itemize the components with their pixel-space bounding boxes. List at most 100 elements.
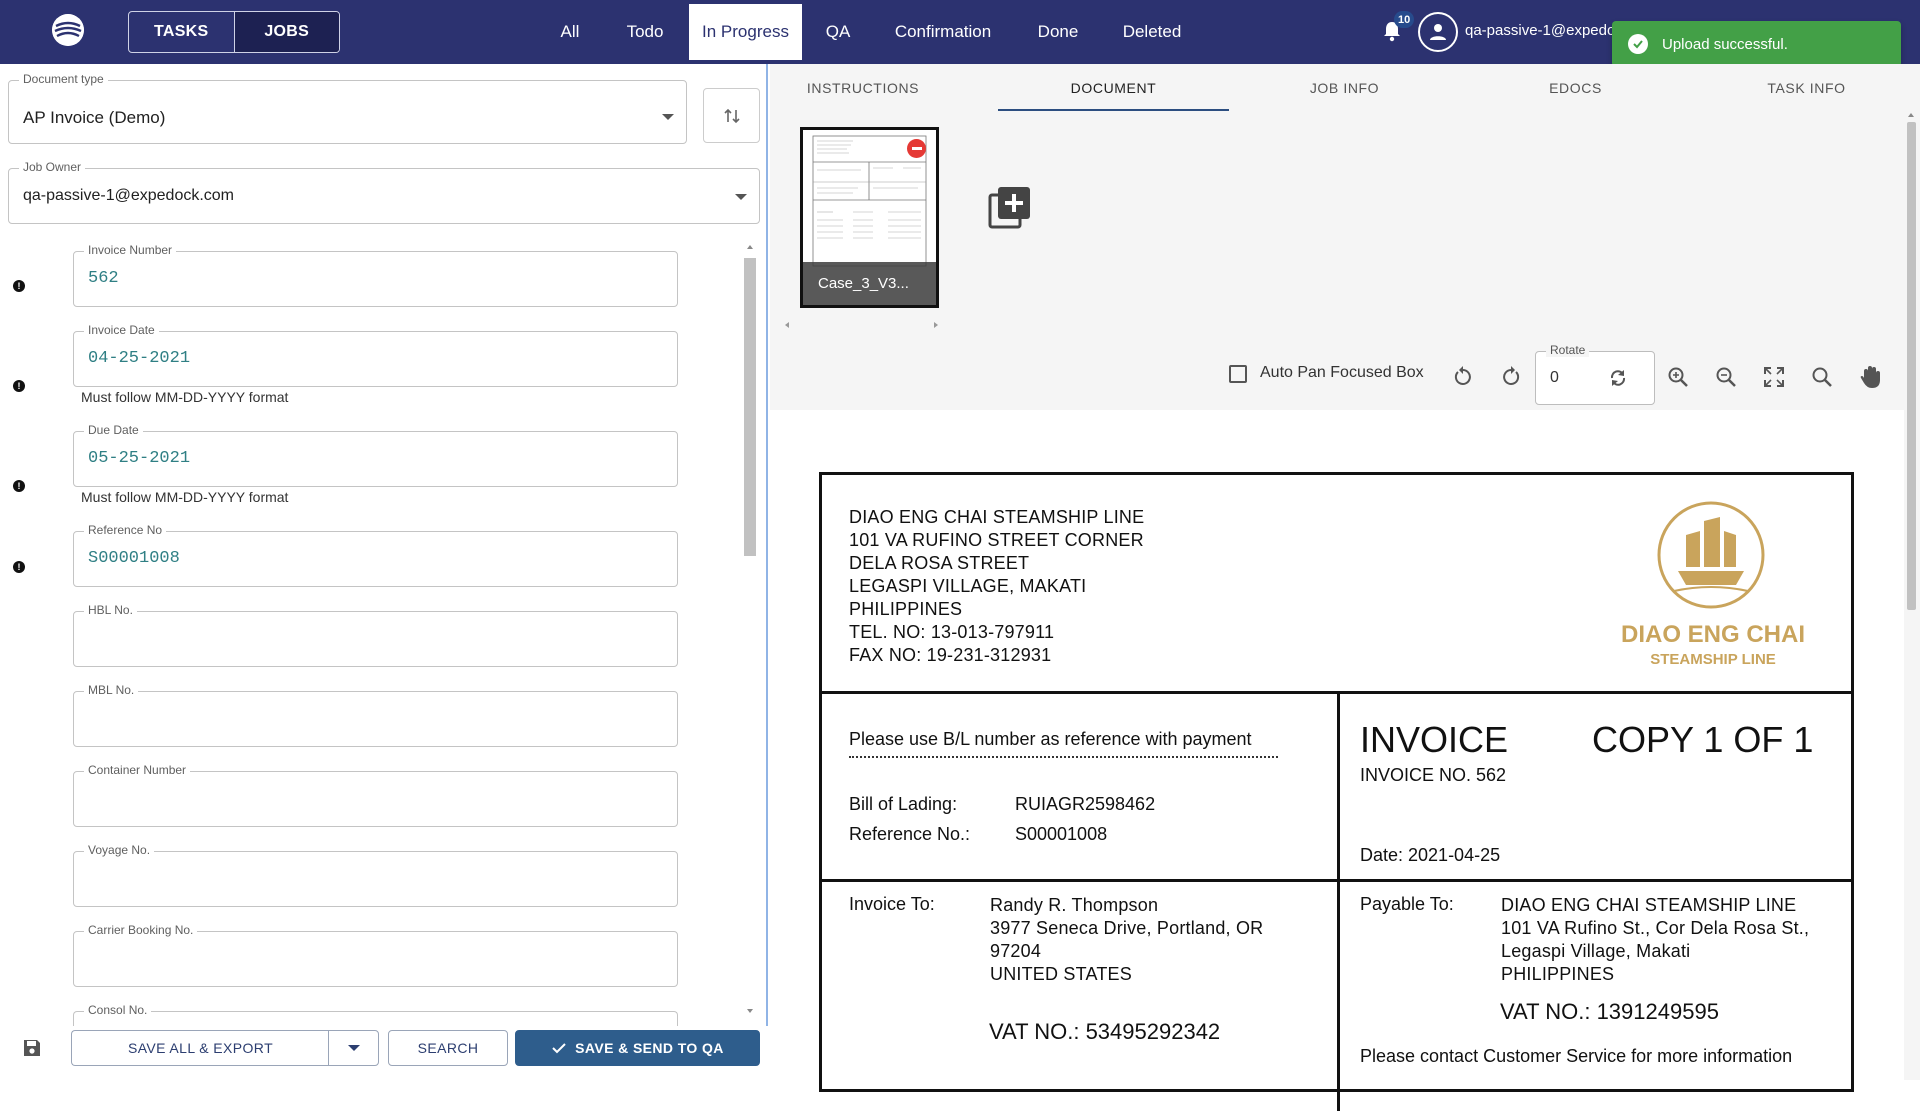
tasks-mode-button[interactable]: TASKS xyxy=(129,12,234,52)
reference-note: Please use B/L number as reference with … xyxy=(849,729,1278,758)
company-address-line: 101 VA RUFINO STREET CORNER xyxy=(849,530,1144,550)
company-address-line: PHILIPPINES xyxy=(849,599,963,619)
scrollbar-thumb[interactable] xyxy=(744,258,756,556)
tab-all[interactable]: All xyxy=(552,4,588,60)
tab-in-progress[interactable]: In Progress xyxy=(689,4,802,60)
rotate-value: 0 xyxy=(1550,369,1559,386)
payable-to-address: 101 VA Rufino St., Cor Dela Rosa St., xyxy=(1501,918,1810,938)
carrier-booking-no-field[interactable]: Carrier Booking No. xyxy=(73,923,678,987)
mode-toggle: TASKS JOBS xyxy=(128,11,340,53)
tab-instructions[interactable]: INSTRUCTIONS xyxy=(798,80,928,104)
voyage-no-field[interactable]: Voyage No. xyxy=(73,843,678,907)
document-type-select[interactable]: Document type AP Invoice (Demo) xyxy=(8,72,687,144)
rotate-left-icon[interactable] xyxy=(1450,364,1476,390)
tab-job-info[interactable]: JOB INFO xyxy=(1229,80,1460,104)
search-button[interactable]: SEARCH xyxy=(388,1030,508,1066)
rotate-input[interactable]: Rotate 0 xyxy=(1535,343,1655,405)
company-fax: FAX NO: 19-231-312931 xyxy=(849,645,1052,665)
reference-no-field[interactable]: Reference No S00001008 xyxy=(73,523,678,587)
invoice-to-name: Randy R. Thompson xyxy=(990,895,1159,915)
reference-no-value: S00001008 xyxy=(1015,824,1108,844)
scroll-up-arrow-icon[interactable] xyxy=(744,242,756,252)
dropdown-caret-icon xyxy=(662,114,674,120)
save-icon[interactable] xyxy=(22,1038,42,1058)
scroll-down-arrow-icon[interactable] xyxy=(744,1006,756,1016)
rotate-right-icon[interactable] xyxy=(1498,364,1524,390)
warning-icon: ! xyxy=(13,380,25,392)
scroll-right-arrow-icon[interactable] xyxy=(934,322,938,328)
dropdown-caret-icon xyxy=(735,194,747,200)
search-icon[interactable] xyxy=(1809,364,1835,390)
app-logo[interactable] xyxy=(52,14,84,46)
pan-hand-icon[interactable] xyxy=(1857,364,1883,390)
consol-no-field[interactable]: Consol No. xyxy=(73,1003,678,1027)
reference-no-label: Reference No xyxy=(84,523,167,537)
tab-qa[interactable]: QA xyxy=(822,4,854,60)
mbl-no-label: MBL No. xyxy=(84,683,139,697)
tab-confirmation[interactable]: Confirmation xyxy=(889,4,997,60)
remove-page-icon[interactable] xyxy=(907,139,926,158)
warning-icon: ! xyxy=(13,561,25,573)
tab-done[interactable]: Done xyxy=(1036,4,1080,60)
form-scrollbar[interactable] xyxy=(744,242,756,1016)
user-email[interactable]: qa-passive-1@expedock.com xyxy=(1465,22,1615,39)
warning-icon: ! xyxy=(13,480,25,492)
zoom-in-icon[interactable] xyxy=(1665,364,1691,390)
due-date-field[interactable]: Due Date 05-25-2021 xyxy=(73,423,678,487)
tab-document[interactable]: DOCUMENT xyxy=(998,80,1229,104)
reset-rotation-icon[interactable] xyxy=(1606,366,1630,390)
rotate-label: Rotate xyxy=(1546,343,1590,357)
tab-deleted[interactable]: Deleted xyxy=(1117,4,1187,60)
mbl-no-field[interactable]: MBL No. xyxy=(73,683,678,747)
swap-order-button[interactable] xyxy=(703,88,760,143)
user-avatar[interactable] xyxy=(1418,12,1458,52)
payable-to-address: Legaspi Village, Makati xyxy=(1501,941,1691,961)
save-all-export-button[interactable]: SAVE ALL & EXPORT xyxy=(71,1030,329,1066)
auto-pan-label: Auto Pan Focused Box xyxy=(1260,364,1424,381)
invoice-date-value: 04-25-2021 xyxy=(88,349,191,368)
invoice-number-field[interactable]: Invoice Number 562 xyxy=(73,243,678,307)
payable-to-name: DIAO ENG CHAI STEAMSHIP LINE xyxy=(1501,895,1797,915)
divider xyxy=(1337,691,1340,1111)
hbl-no-label: HBL No. xyxy=(84,603,137,617)
scroll-left-arrow-icon[interactable] xyxy=(785,322,789,328)
tab-todo[interactable]: Todo xyxy=(620,4,670,60)
company-address-line: DELA ROSA STREET xyxy=(849,553,1030,573)
active-tab-indicator xyxy=(998,109,1229,111)
tab-task-info[interactable]: TASK INFO xyxy=(1691,80,1920,104)
fit-to-screen-icon[interactable] xyxy=(1761,364,1787,390)
due-date-value: 05-25-2021 xyxy=(88,449,191,468)
company-address-line: LEGASPI VILLAGE, MAKATI xyxy=(849,576,1087,596)
company-name: DIAO ENG CHAI STEAMSHIP LINE xyxy=(849,507,1145,527)
bol-value: RUIAGR2598462 xyxy=(1015,794,1156,814)
save-send-qa-button[interactable]: SAVE & SEND TO QA xyxy=(515,1030,760,1066)
thumbnail-scrollbar[interactable] xyxy=(779,318,944,332)
dropdown-caret-icon xyxy=(347,1045,360,1051)
toast-message: Upload successful. xyxy=(1662,35,1788,53)
jobs-mode-button[interactable]: JOBS xyxy=(233,12,339,52)
logo-subtitle: STEAMSHIP LINE xyxy=(1650,651,1776,668)
scroll-up-arrow-icon[interactable] xyxy=(1904,110,1918,120)
invoice-number-value: 562 xyxy=(88,269,119,288)
invoice-date-field[interactable]: Invoice Date 04-25-2021 xyxy=(73,323,678,387)
tab-edocs[interactable]: EDOCS xyxy=(1460,80,1691,104)
viewer-scrollbar[interactable] xyxy=(1904,110,1918,1080)
reference-no-label: Reference No.: xyxy=(849,824,971,844)
job-owner-select[interactable]: Job Owner qa-passive-1@expedock.com xyxy=(8,160,760,224)
add-page-icon[interactable] xyxy=(986,183,1034,231)
auto-pan-checkbox[interactable] xyxy=(1229,365,1247,383)
scrollbar-thumb[interactable] xyxy=(1907,122,1916,610)
invoice-to-address: 97204 xyxy=(990,941,1042,961)
reference-no-value: S00001008 xyxy=(88,549,180,568)
export-options-dropdown-button[interactable] xyxy=(328,1030,379,1066)
job-owner-value: qa-passive-1@expedock.com xyxy=(23,187,235,204)
hbl-no-field[interactable]: HBL No. xyxy=(73,603,678,667)
zoom-out-icon[interactable] xyxy=(1713,364,1739,390)
due-date-label: Due Date xyxy=(84,423,143,437)
ship-logo-icon xyxy=(1657,501,1765,609)
warning-icon: ! xyxy=(13,280,25,292)
invoice-to-address: 3977 Seneca Drive, Portland, OR xyxy=(990,918,1264,938)
container-number-field[interactable]: Container Number xyxy=(73,763,678,827)
invoice-date-helper: Must follow MM-DD-YYYY format xyxy=(81,389,289,405)
document-type-label: Document type xyxy=(19,72,108,86)
